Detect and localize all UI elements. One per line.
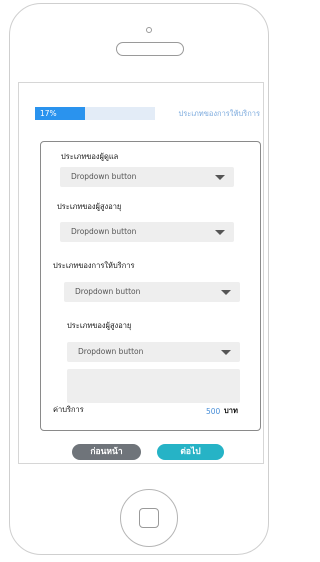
next-button[interactable]: ต่อไป bbox=[157, 444, 224, 460]
progress-percent-label: 17% bbox=[40, 109, 57, 118]
field-label-elder-type-2: ประเภทของผู้สูงอายุ bbox=[67, 321, 132, 330]
caregiver-type-dropdown[interactable]: Dropdown button bbox=[60, 167, 234, 187]
caret-down-icon bbox=[221, 350, 231, 355]
progress-bar: 17% bbox=[35, 107, 155, 120]
caret-down-icon bbox=[221, 290, 231, 295]
camera-icon bbox=[146, 27, 152, 33]
dropdown-text: Dropdown button bbox=[75, 287, 141, 296]
speaker-slot bbox=[116, 42, 184, 56]
elder-type-dropdown-2[interactable]: Dropdown button bbox=[67, 342, 240, 362]
field-label-service-type: ประเภทของการให้บริการ bbox=[53, 261, 135, 270]
progress-step-caption: ประเภทของการให้บริการ bbox=[178, 109, 260, 118]
field-label-elder-type: ประเภทของผู้สูงอายุ bbox=[57, 202, 122, 211]
elder-type-dropdown[interactable]: Dropdown button bbox=[60, 222, 234, 242]
caret-down-icon bbox=[215, 175, 225, 180]
fee-label: ค่าบริการ bbox=[53, 405, 84, 414]
dropdown-text: Dropdown button bbox=[71, 172, 137, 181]
fee-unit: บาท bbox=[224, 406, 238, 415]
notes-textarea[interactable] bbox=[67, 369, 240, 403]
home-button[interactable] bbox=[120, 489, 178, 547]
dropdown-text: Dropdown button bbox=[78, 347, 144, 356]
dropdown-text: Dropdown button bbox=[71, 227, 137, 236]
home-square-icon bbox=[139, 508, 159, 528]
field-label-caregiver-type: ประเภทของผู้ดูแล bbox=[61, 152, 119, 161]
fee-value: 500 bbox=[206, 407, 221, 416]
service-type-dropdown[interactable]: Dropdown button bbox=[64, 282, 240, 302]
back-button[interactable]: ก่อนหน้า bbox=[72, 444, 141, 460]
caret-down-icon bbox=[215, 230, 225, 235]
